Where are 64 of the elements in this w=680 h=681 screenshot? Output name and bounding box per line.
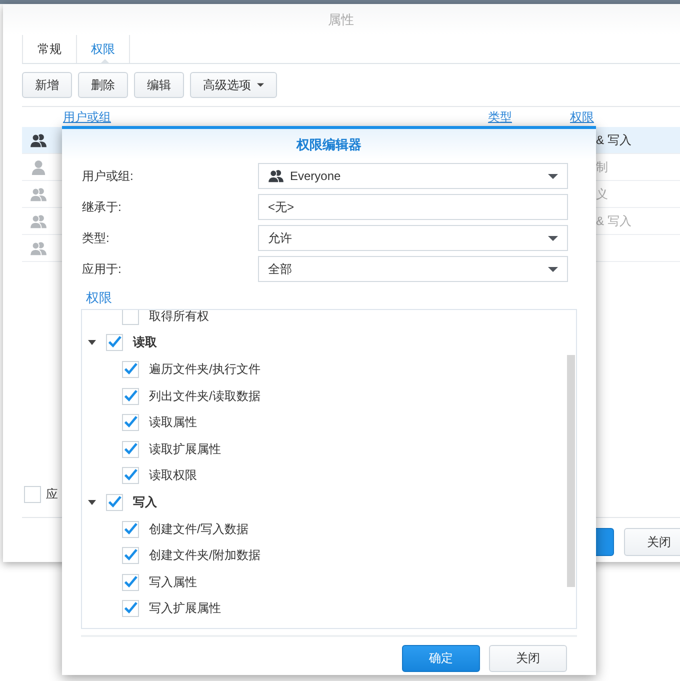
dropdown-arrow-icon	[548, 266, 558, 272]
expand-arrow-icon[interactable]	[88, 340, 96, 346]
permission-label: 创建文件夹/附加数据	[149, 547, 260, 564]
dialog-title: 权限编辑器	[296, 136, 362, 154]
column-header[interactable]: 类型	[488, 110, 512, 124]
checkbox[interactable]	[122, 547, 139, 564]
group-icon	[30, 214, 47, 228]
caret-icon	[257, 83, 264, 87]
select-field[interactable]: 允许	[258, 225, 568, 251]
permission-text: & 写入	[596, 132, 632, 146]
checkbox[interactable]	[122, 310, 139, 325]
permission-label: 写入扩展属性	[149, 600, 221, 618]
checkbox[interactable]	[122, 388, 139, 405]
permission-text: 义	[596, 186, 608, 200]
checkbox[interactable]	[122, 600, 139, 618]
expand-arrow-icon[interactable]	[88, 500, 96, 505]
permission-text: & 写入	[596, 214, 632, 228]
select-field[interactable]: 全部	[258, 256, 568, 282]
checkbox[interactable]	[122, 574, 139, 591]
checkbox[interactable]	[24, 486, 41, 502]
select-field[interactable]: Everyone	[258, 163, 568, 189]
input-field[interactable]: <无>	[258, 194, 568, 220]
group-icon	[30, 240, 47, 256]
permission-group-label: 读取	[133, 334, 157, 352]
field-label: 用户或组:	[82, 168, 134, 184]
permission-label: 读取权限	[149, 467, 197, 484]
user-icon	[30, 160, 47, 174]
permission-label: 遍历文件夹/执行文件	[149, 360, 260, 378]
checkbox[interactable]	[122, 360, 139, 378]
column-header[interactable]: 权限	[570, 110, 594, 124]
checkbox[interactable]	[106, 334, 123, 352]
permission-label: 取得所有权	[149, 310, 209, 325]
window-title: 属性	[328, 10, 354, 28]
toolbar-button[interactable]: 删除	[78, 72, 128, 98]
permission-label: 读取扩展属性	[149, 440, 221, 458]
group-icon	[268, 169, 284, 183]
tab[interactable]: 权限	[76, 35, 130, 63]
field-label: 类型:	[82, 230, 110, 246]
toolbar-button[interactable]: 新增	[22, 72, 72, 98]
checkbox[interactable]	[122, 440, 139, 458]
permission-group-label: 写入	[133, 494, 157, 511]
scrollbar[interactable]	[567, 355, 575, 587]
permission-label: 写入属性	[149, 574, 197, 591]
permission-text: 制	[596, 160, 608, 174]
checkbox-label: 应	[46, 486, 58, 502]
checkbox[interactable]	[122, 520, 139, 538]
dropdown-arrow-icon	[548, 236, 558, 240]
checkbox[interactable]	[106, 494, 123, 511]
field-label: 应用于:	[82, 260, 122, 278]
permission-label: 列出文件夹/读取数据	[149, 388, 260, 405]
dropdown-arrow-icon	[548, 174, 558, 178]
group-icon	[30, 186, 47, 202]
permission-label: 读取属性	[149, 414, 197, 432]
dropdown-button[interactable]: 高级选项	[190, 72, 277, 98]
section-title: 权限	[86, 289, 113, 307]
checkbox[interactable]	[122, 467, 139, 484]
close-button[interactable]: 关闭	[624, 528, 680, 556]
field-label: 继承于:	[82, 198, 122, 216]
permission-label: 创建文件/写入数据	[149, 520, 248, 538]
toolbar-button[interactable]: 编辑	[134, 72, 184, 98]
column-header[interactable]: 用户或组	[63, 110, 111, 124]
close-button[interactable]: 关闭	[489, 645, 567, 672]
checkbox[interactable]	[122, 414, 139, 432]
group-icon	[30, 132, 47, 148]
